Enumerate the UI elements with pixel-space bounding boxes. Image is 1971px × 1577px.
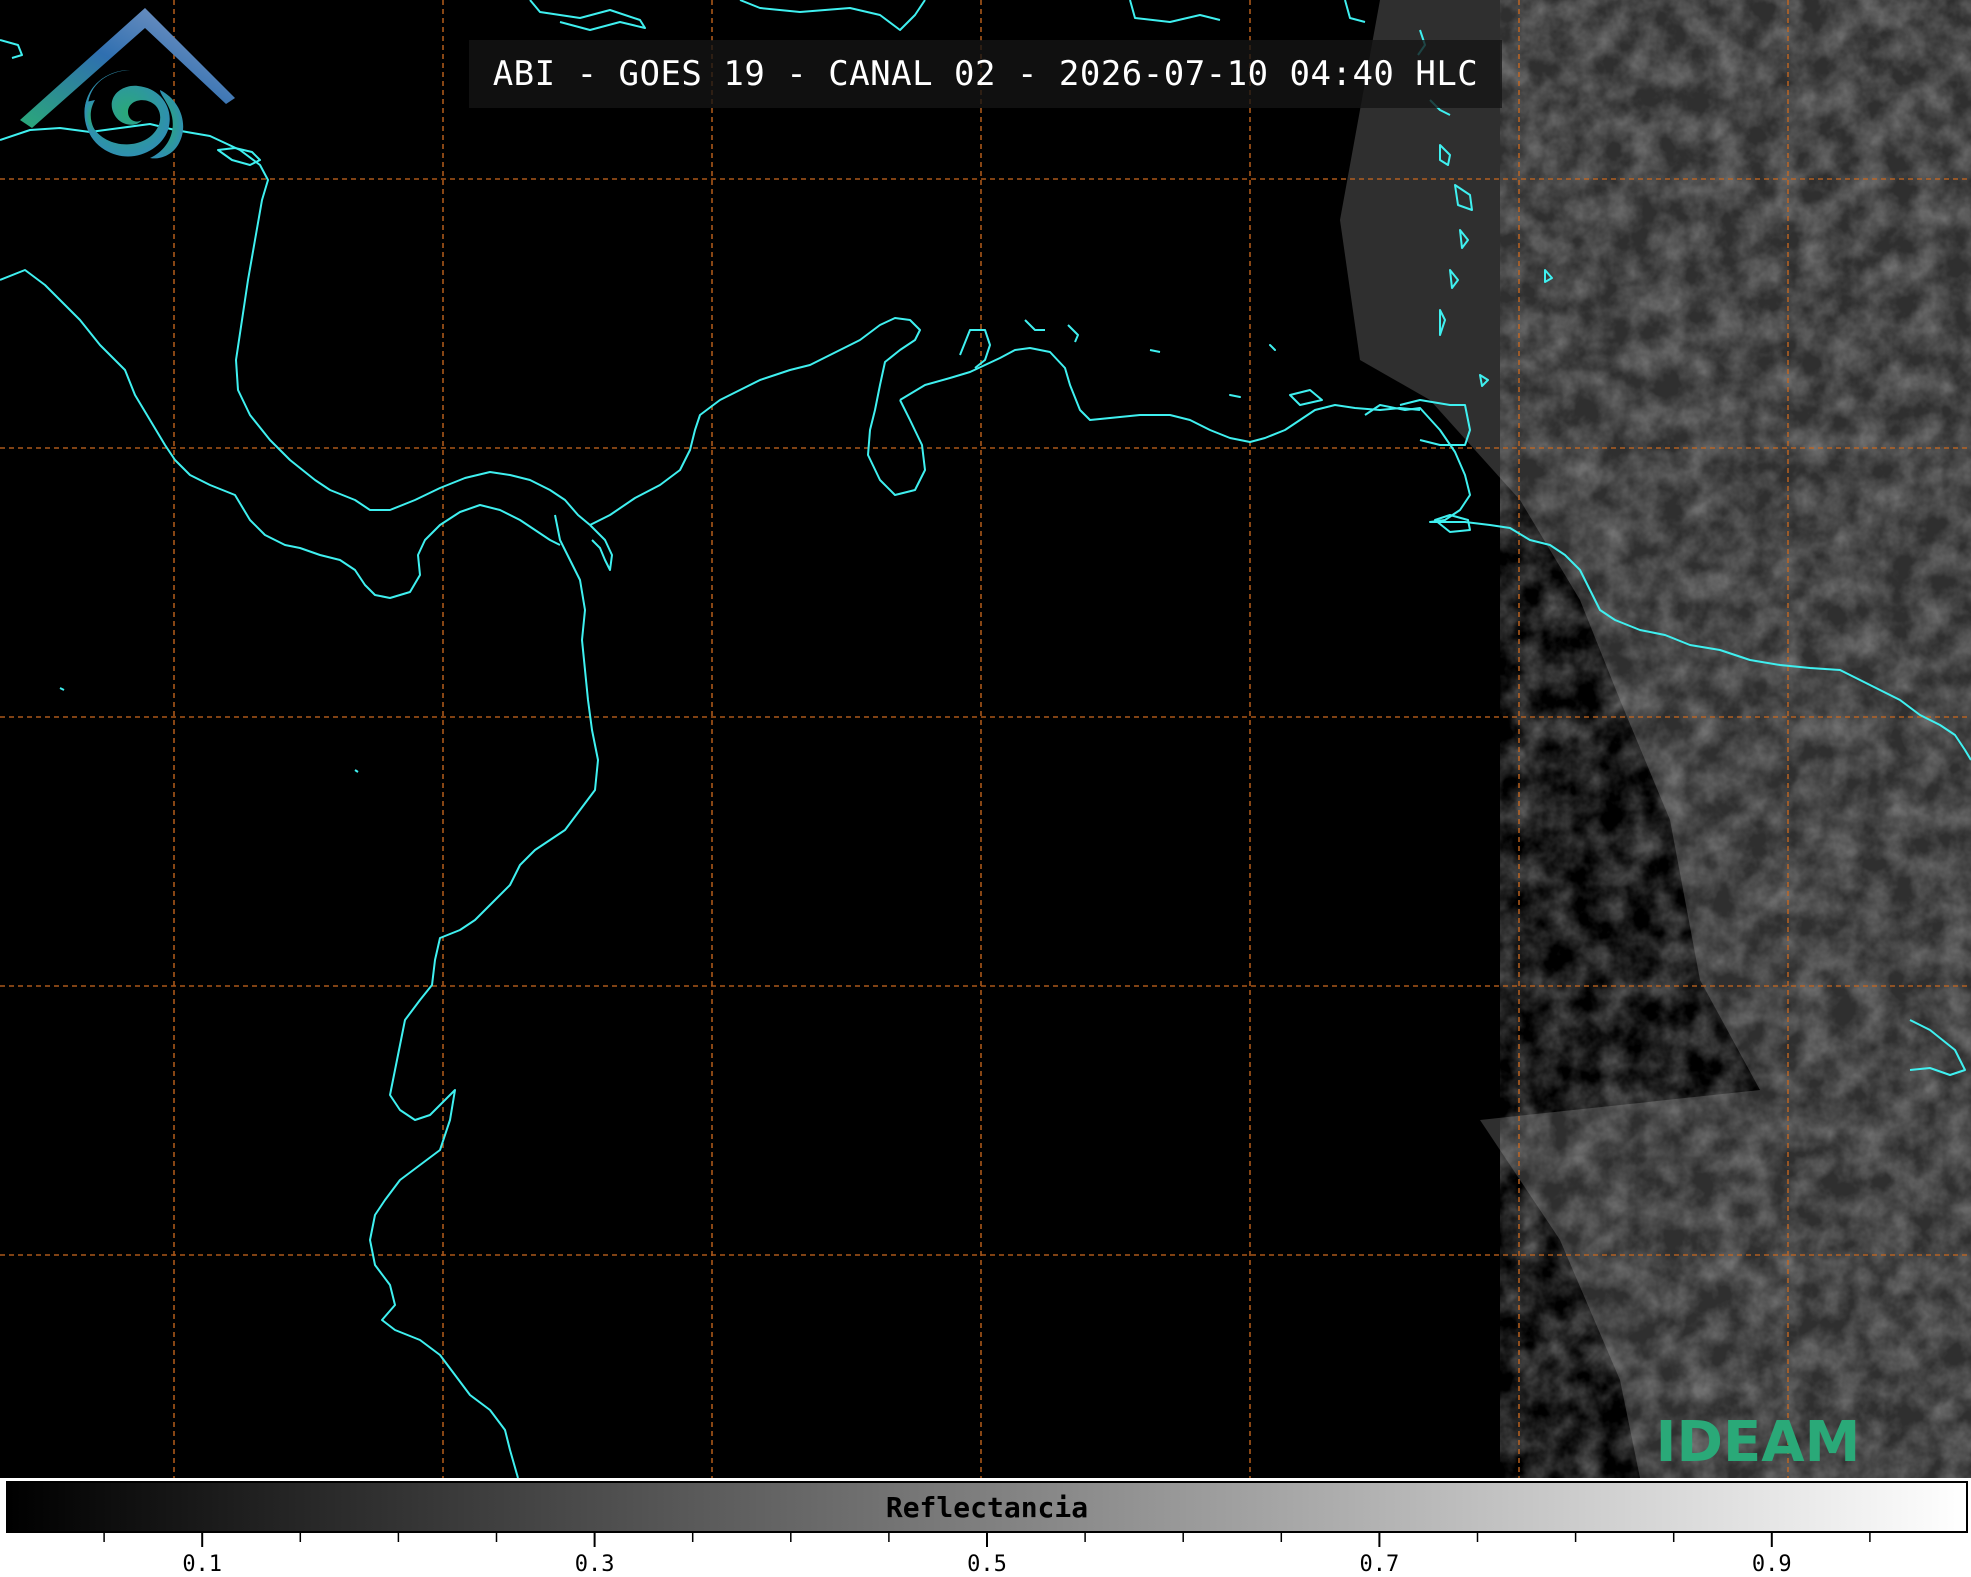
ideam-logo-text: IDEAM bbox=[1655, 1410, 1861, 1475]
ideam-logo bbox=[20, 8, 235, 159]
colorbar-label: Reflectancia bbox=[885, 1491, 1089, 1524]
tick-label: 0.5 bbox=[967, 1552, 1007, 1577]
tick-label: 0.7 bbox=[1359, 1552, 1400, 1577]
tick-label: 0.3 bbox=[574, 1552, 615, 1577]
colorbar-ticks bbox=[103, 1533, 1871, 1547]
satellite-image[interactable]: ABI - GOES 19 - CANAL 02 - 2026-07-10 04… bbox=[0, 0, 1971, 1478]
tick-label: 0.9 bbox=[1751, 1552, 1792, 1577]
tick-label: 0.1 bbox=[182, 1552, 223, 1577]
map-layer bbox=[0, 0, 1971, 1478]
